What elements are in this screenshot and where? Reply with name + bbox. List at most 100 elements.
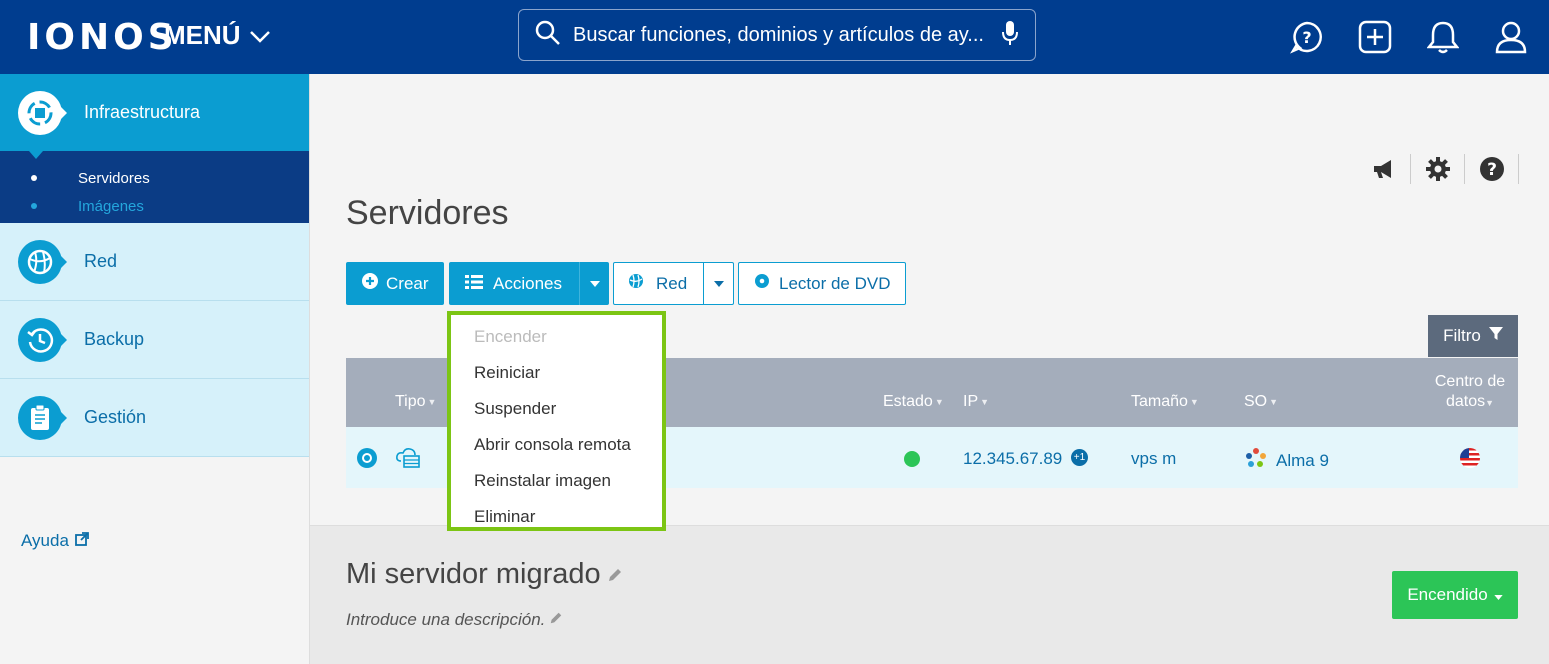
header-label: SO	[1244, 393, 1268, 410]
header-label: Tipo	[395, 393, 426, 410]
size-value: vps m	[1131, 449, 1177, 468]
create-label: Crear	[386, 273, 429, 293]
header-label: IP	[963, 393, 979, 410]
sidebar-item-label: Gestión	[84, 407, 147, 427]
sort-icon: ▼	[934, 397, 944, 407]
server-name[interactable]: Mi servidor migrado	[346, 558, 623, 591]
server-name-text: Mi servidor migrado	[346, 558, 601, 590]
ip-address-link[interactable]: 12.345.67.89 +1	[963, 449, 1088, 469]
column-header-datacenter[interactable]: Centro de datos▼	[1428, 372, 1512, 413]
plus-circle-icon	[362, 273, 378, 294]
menu-item-delete[interactable]: Eliminar	[451, 499, 662, 535]
network-globe-icon	[18, 239, 62, 284]
search-box[interactable]: Buscar funciones, dominios y artículos d…	[518, 9, 1036, 61]
network-button[interactable]: Red	[613, 262, 734, 305]
sidebar-item-backup[interactable]: Backup	[0, 301, 309, 379]
sidebar-item-red[interactable]: Red	[0, 223, 309, 301]
pencil-edit-icon[interactable]	[607, 558, 623, 591]
subitem-label: Imágenes	[78, 197, 144, 215]
actions-button[interactable]: Acciones	[449, 262, 609, 305]
create-button[interactable]: Crear	[346, 262, 444, 305]
backup-clock-icon	[18, 317, 62, 362]
os-value: Alma 9	[1276, 450, 1329, 470]
os-cell: Alma 9	[1244, 446, 1329, 475]
sort-icon: ▼	[427, 397, 437, 407]
dvd-reader-button[interactable]: Lector de DVD	[738, 262, 906, 305]
server-description[interactable]: Introduce una descripción.	[346, 610, 563, 630]
sort-icon: ▼	[1485, 398, 1495, 408]
help-link[interactable]: Ayuda	[21, 531, 89, 551]
menu-label: MENÚ	[164, 20, 241, 50]
sort-icon: ▼	[1269, 397, 1279, 407]
menu-item-suspend[interactable]: Suspender	[451, 391, 662, 427]
settings-gear-icon[interactable]	[1411, 154, 1465, 184]
column-header-type[interactable]: Tipo ▼	[395, 393, 436, 411]
network-label: Red	[656, 273, 688, 293]
actions-dropdown-menu: Encender Reiniciar Suspender Abrir conso…	[447, 311, 666, 531]
subnav-caret	[29, 151, 43, 159]
page-title: Servidores	[346, 194, 509, 232]
filter-label: Filtro	[1443, 326, 1481, 345]
svg-text:?: ?	[1487, 160, 1497, 180]
nav-arrow	[60, 411, 67, 425]
nav-arrow	[60, 333, 67, 347]
column-header-size[interactable]: Tamaño ▼	[1131, 393, 1199, 411]
status-dot	[904, 451, 920, 467]
column-header-os[interactable]: SO ▼	[1244, 393, 1278, 411]
ip-value: 12.345.67.89	[963, 449, 1063, 468]
column-header-status[interactable]: Estado ▼	[883, 393, 944, 411]
sort-icon: ▼	[1189, 397, 1199, 407]
external-link-icon	[75, 531, 89, 551]
active-arrow	[60, 106, 67, 120]
us-flag-icon	[1459, 447, 1481, 474]
description-text: Introduce una descripción.	[346, 610, 546, 629]
actions-label: Acciones	[493, 273, 562, 293]
power-state-button[interactable]: Encendido	[1392, 571, 1518, 619]
menu-item-restart[interactable]: Reiniciar	[451, 355, 662, 391]
sidebar-subitem-servidores[interactable]: Servidores	[0, 164, 309, 192]
cloud-server-icon	[395, 447, 421, 474]
alma-linux-icon	[1244, 446, 1268, 475]
sidebar-item-gestion[interactable]: Gestión	[0, 379, 309, 457]
network-globe-icon	[628, 273, 644, 294]
help-chat-icon[interactable]: ?	[1287, 17, 1327, 57]
megaphone-icon[interactable]	[1357, 154, 1411, 184]
add-icon[interactable]	[1355, 17, 1395, 57]
list-icon	[465, 274, 483, 294]
clipboard-icon	[18, 395, 62, 440]
sidebar-subitem-imagenes[interactable]: Imágenes	[0, 192, 309, 220]
sidebar-item-infraestructura[interactable]: Infraestructura	[0, 74, 309, 151]
main-menu-button[interactable]: MENÚ	[164, 20, 271, 51]
ionos-logo[interactable]: IONOS	[27, 17, 178, 58]
caret-down-icon	[1494, 585, 1503, 605]
user-account-icon[interactable]	[1491, 17, 1531, 57]
bullet-icon	[31, 203, 37, 209]
caret-down-icon[interactable]	[703, 263, 733, 304]
header-label: Centro de datos	[1434, 373, 1506, 410]
filter-button[interactable]: Filtro	[1428, 315, 1518, 357]
caret-down-icon[interactable]	[579, 262, 609, 305]
help-label: Ayuda	[21, 531, 69, 550]
menu-item-open-remote-console[interactable]: Abrir consola remota	[451, 427, 662, 463]
column-header-ip[interactable]: IP ▼	[963, 393, 989, 411]
sidebar-item-label: Infraestructura	[84, 102, 201, 122]
utility-icons: ?	[1357, 154, 1519, 184]
notifications-bell-icon[interactable]	[1423, 17, 1463, 57]
dvd-reader-label: Lector de DVD	[779, 273, 891, 293]
menu-item-reinstall-image[interactable]: Reinstalar imagen	[451, 463, 662, 499]
subitem-label: Servidores	[78, 169, 150, 187]
help-question-icon[interactable]: ?	[1465, 154, 1519, 184]
pencil-edit-icon[interactable]	[549, 610, 563, 630]
header-label: Estado	[883, 393, 933, 410]
sidebar-item-label: Red	[84, 251, 118, 271]
radio-select[interactable]	[356, 447, 378, 474]
ip-extra-badge[interactable]: +1	[1071, 449, 1088, 466]
microphone-icon[interactable]	[1001, 20, 1019, 51]
bullet-icon	[31, 175, 37, 181]
disc-icon	[754, 273, 770, 294]
subnav: Servidores Imágenes	[0, 151, 309, 223]
search-input[interactable]: Buscar funciones, dominios y artículos d…	[573, 24, 1001, 47]
nav-arrow	[60, 255, 67, 269]
sidebar-item-label: Backup	[84, 329, 145, 349]
top-icons: ?	[1287, 17, 1531, 57]
